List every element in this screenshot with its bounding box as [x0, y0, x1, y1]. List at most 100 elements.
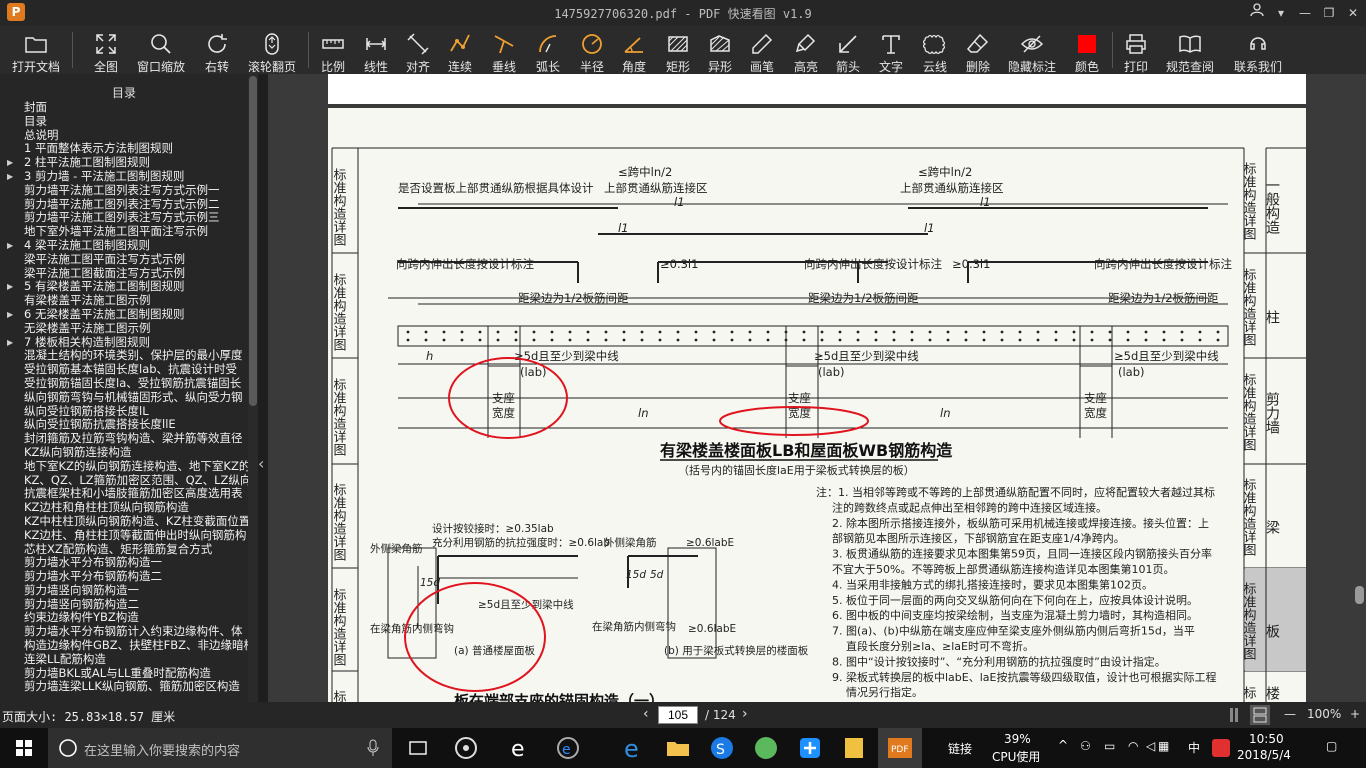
open-file-button[interactable]: 打开文档: [4, 28, 68, 74]
pdf-viewer-taskbar-icon[interactable]: PDF: [878, 728, 922, 768]
link-label[interactable]: 链接: [948, 740, 972, 757]
toc-item[interactable]: 总说明: [0, 129, 248, 143]
toc-item[interactable]: ▶ 5 有梁楼盖平法施工图制图规则: [0, 280, 248, 294]
battery-icon[interactable]: ▭: [1104, 739, 1115, 753]
toc-item[interactable]: 受拉钢筋锚固长度la、受拉钢筋抗震锚固长: [0, 377, 248, 391]
toc-item[interactable]: ▶ 2 柱平法施工图制图规则: [0, 156, 248, 170]
prev-page-button[interactable]: ‹: [643, 706, 649, 722]
scroll-page-button[interactable]: 滚轮翻页: [244, 28, 300, 74]
wifi-icon[interactable]: ◠: [1128, 739, 1138, 753]
toc-item[interactable]: KZ中柱柱顶纵向钢筋构造、KZ柱变截面位置: [0, 515, 248, 529]
keyboard-icon[interactable]: ▦: [1158, 739, 1169, 753]
print-button[interactable]: 打印: [1118, 28, 1154, 74]
toc-item[interactable]: 无梁楼盖平法施工图示例: [0, 322, 248, 336]
toc-item[interactable]: 混凝土结构的环境类别、保护层的最小厚度: [0, 349, 248, 363]
toc-item[interactable]: KZ、QZ、LZ箍筋加密区范围、QZ、LZ纵向钢: [0, 474, 248, 488]
volume-icon[interactable]: ◁: [1146, 739, 1155, 753]
toc-item[interactable]: 抗震框架柱和小墙肢箍筋加密区高度选用表: [0, 487, 248, 501]
toc-item[interactable]: KZ边柱和角柱柱顶纵向钢筋构造: [0, 501, 248, 515]
highlight-button[interactable]: 高亮: [788, 28, 824, 74]
user-icon[interactable]: [1246, 3, 1268, 23]
arrow-button[interactable]: 箭头: [830, 28, 866, 74]
perpendicular-button[interactable]: 垂线: [486, 28, 522, 74]
angle-button[interactable]: 角度: [616, 28, 652, 74]
contact-button[interactable]: 联系我们: [1230, 28, 1286, 74]
toc-item[interactable]: 梁平法施工图截面注写方式示例: [0, 267, 248, 281]
toc-item[interactable]: 剪力墙BKL或AL与LL重叠时配筋构造: [0, 667, 248, 681]
radius-button[interactable]: 半径: [574, 28, 610, 74]
tray-expand-icon[interactable]: ^: [1058, 738, 1068, 752]
people-icon[interactable]: ⚇: [1080, 739, 1091, 753]
irregular-button[interactable]: 异形: [702, 28, 738, 74]
single-page-view-icon[interactable]: [1228, 707, 1244, 723]
toc-item[interactable]: 地下室KZ的纵向钢筋连接构造、地下室KZ的: [0, 460, 248, 474]
toc-item[interactable]: 芯柱XZ配筋构造、矩形箍筋复合方式: [0, 543, 248, 557]
toc-item[interactable]: 地下室外墙平法施工图平面注写示例: [0, 225, 248, 239]
toc-item[interactable]: 剪力墙平法施工图列表注写方式示例二: [0, 198, 248, 212]
document-scrollbar[interactable]: [1352, 74, 1366, 702]
linear-button[interactable]: 线性: [358, 28, 394, 74]
menu-dropdown-icon[interactable]: ▾: [1270, 3, 1292, 23]
close-button[interactable]: ✕: [1342, 3, 1364, 23]
sogou-browser-icon[interactable]: e: [554, 734, 582, 762]
zoom-out-button[interactable]: —: [1284, 707, 1296, 721]
toc-item[interactable]: KZ边柱、角柱柱顶等截面伸出时纵向钢筋构: [0, 529, 248, 543]
toc-item[interactable]: ▶ 3 剪力墙 - 平法施工图制图规则: [0, 170, 248, 184]
sidebar-scrollbar[interactable]: [248, 74, 258, 702]
minimize-button[interactable]: —: [1294, 3, 1316, 23]
clock-time[interactable]: 10:50: [1249, 732, 1284, 746]
toc-item[interactable]: 纵向钢筋弯钩与机械锚固形式、纵向受力钢: [0, 391, 248, 405]
delete-button[interactable]: 删除: [960, 28, 996, 74]
expand-arrow-icon[interactable]: ▶: [7, 280, 13, 294]
toc-item[interactable]: ▶ 4 梁平法施工图制图规则: [0, 239, 248, 253]
restore-button[interactable]: ❐: [1318, 3, 1340, 23]
notification-icon[interactable]: ▢: [1326, 739, 1337, 753]
toc-item[interactable]: 构造边缘构件GBZ、扶壁柱FBZ、非边缘暗柱: [0, 639, 248, 653]
toc-item[interactable]: 剪力墙水平分布钢筋计入约束边缘构件、体: [0, 625, 248, 639]
start-button[interactable]: [0, 728, 48, 768]
notes-app-icon[interactable]: [840, 734, 868, 762]
page-number-input[interactable]: 105: [658, 706, 698, 724]
file-explorer-icon[interactable]: [664, 734, 692, 762]
toc-item[interactable]: 目录: [0, 115, 248, 129]
next-page-button[interactable]: ›: [742, 706, 748, 722]
toc-item[interactable]: 受拉钢筋基本锚固长度lab、抗震设计时受: [0, 363, 248, 377]
sogou-ime-icon[interactable]: [1212, 739, 1230, 757]
document-scroll-thumb[interactable]: [1355, 586, 1364, 604]
toc-item[interactable]: 1 平面整体表示方法制图规则: [0, 142, 248, 156]
arc-length-button[interactable]: 弧长: [530, 28, 566, 74]
toc-item[interactable]: 剪力墙平法施工图列表注写方式示例一: [0, 184, 248, 198]
expand-arrow-icon[interactable]: ▶: [7, 239, 13, 253]
toc-item[interactable]: 约束边缘构件YBZ构造: [0, 611, 248, 625]
spec-lookup-button[interactable]: 规范查阅: [1162, 28, 1218, 74]
toc-item[interactable]: 剪力墙竖向钢筋构造二: [0, 598, 248, 612]
hide-marks-button[interactable]: 隐藏标注: [1004, 28, 1060, 74]
fit-page-button[interactable]: 全图: [84, 28, 128, 74]
continuous-view-icon[interactable]: [1250, 705, 1270, 725]
scale-button[interactable]: 比例: [314, 28, 352, 74]
toc-item[interactable]: 剪力墙连梁LLK纵向钢筋、箍筋加密区构造: [0, 680, 248, 694]
expand-arrow-icon[interactable]: ▶: [7, 336, 13, 350]
toc-item[interactable]: 剪力墙水平分布钢筋构造二: [0, 570, 248, 584]
sidebar-scroll-thumb[interactable]: [249, 76, 257, 406]
sogou-input-icon[interactable]: S: [708, 734, 736, 762]
pencil-button[interactable]: 画笔: [744, 28, 780, 74]
toc-item[interactable]: ▶ 6 无梁楼盖平法施工图制图规则: [0, 308, 248, 322]
clock-date[interactable]: 2018/5/4: [1237, 748, 1291, 762]
toc-item[interactable]: 有梁楼盖平法施工图示例: [0, 294, 248, 308]
taskbar-search[interactable]: 在这里输入你要搜索的内容: [48, 728, 392, 768]
expand-arrow-icon[interactable]: ▶: [7, 156, 13, 170]
text-button[interactable]: 文字: [872, 28, 910, 74]
toc-item[interactable]: ▶ 7 楼板相关构造制图规则: [0, 336, 248, 350]
toc-item[interactable]: 剪力墙竖向钢筋构造一: [0, 584, 248, 598]
toc-item[interactable]: 连梁LL配筋构造: [0, 653, 248, 667]
microphone-icon[interactable]: [366, 739, 380, 757]
window-zoom-button[interactable]: 窗口缩放: [134, 28, 188, 74]
rotate-right-button[interactable]: 右转: [196, 28, 238, 74]
toc-item[interactable]: 封闭箍筋及拉筋弯钩构造、梁并筋等效直径: [0, 432, 248, 446]
document-view[interactable]: 标准构造详图 标准构造详图 标准构造详图 标准构造详图 标准构造详图 标 标准构…: [268, 74, 1366, 702]
edge-browser-icon[interactable]: e: [506, 734, 534, 762]
toc-item[interactable]: 剪力墙水平分布钢筋构造一: [0, 556, 248, 570]
toc-item[interactable]: 纵向受拉钢筋抗震搭接长度llE: [0, 418, 248, 432]
task-view-icon[interactable]: [404, 734, 432, 762]
